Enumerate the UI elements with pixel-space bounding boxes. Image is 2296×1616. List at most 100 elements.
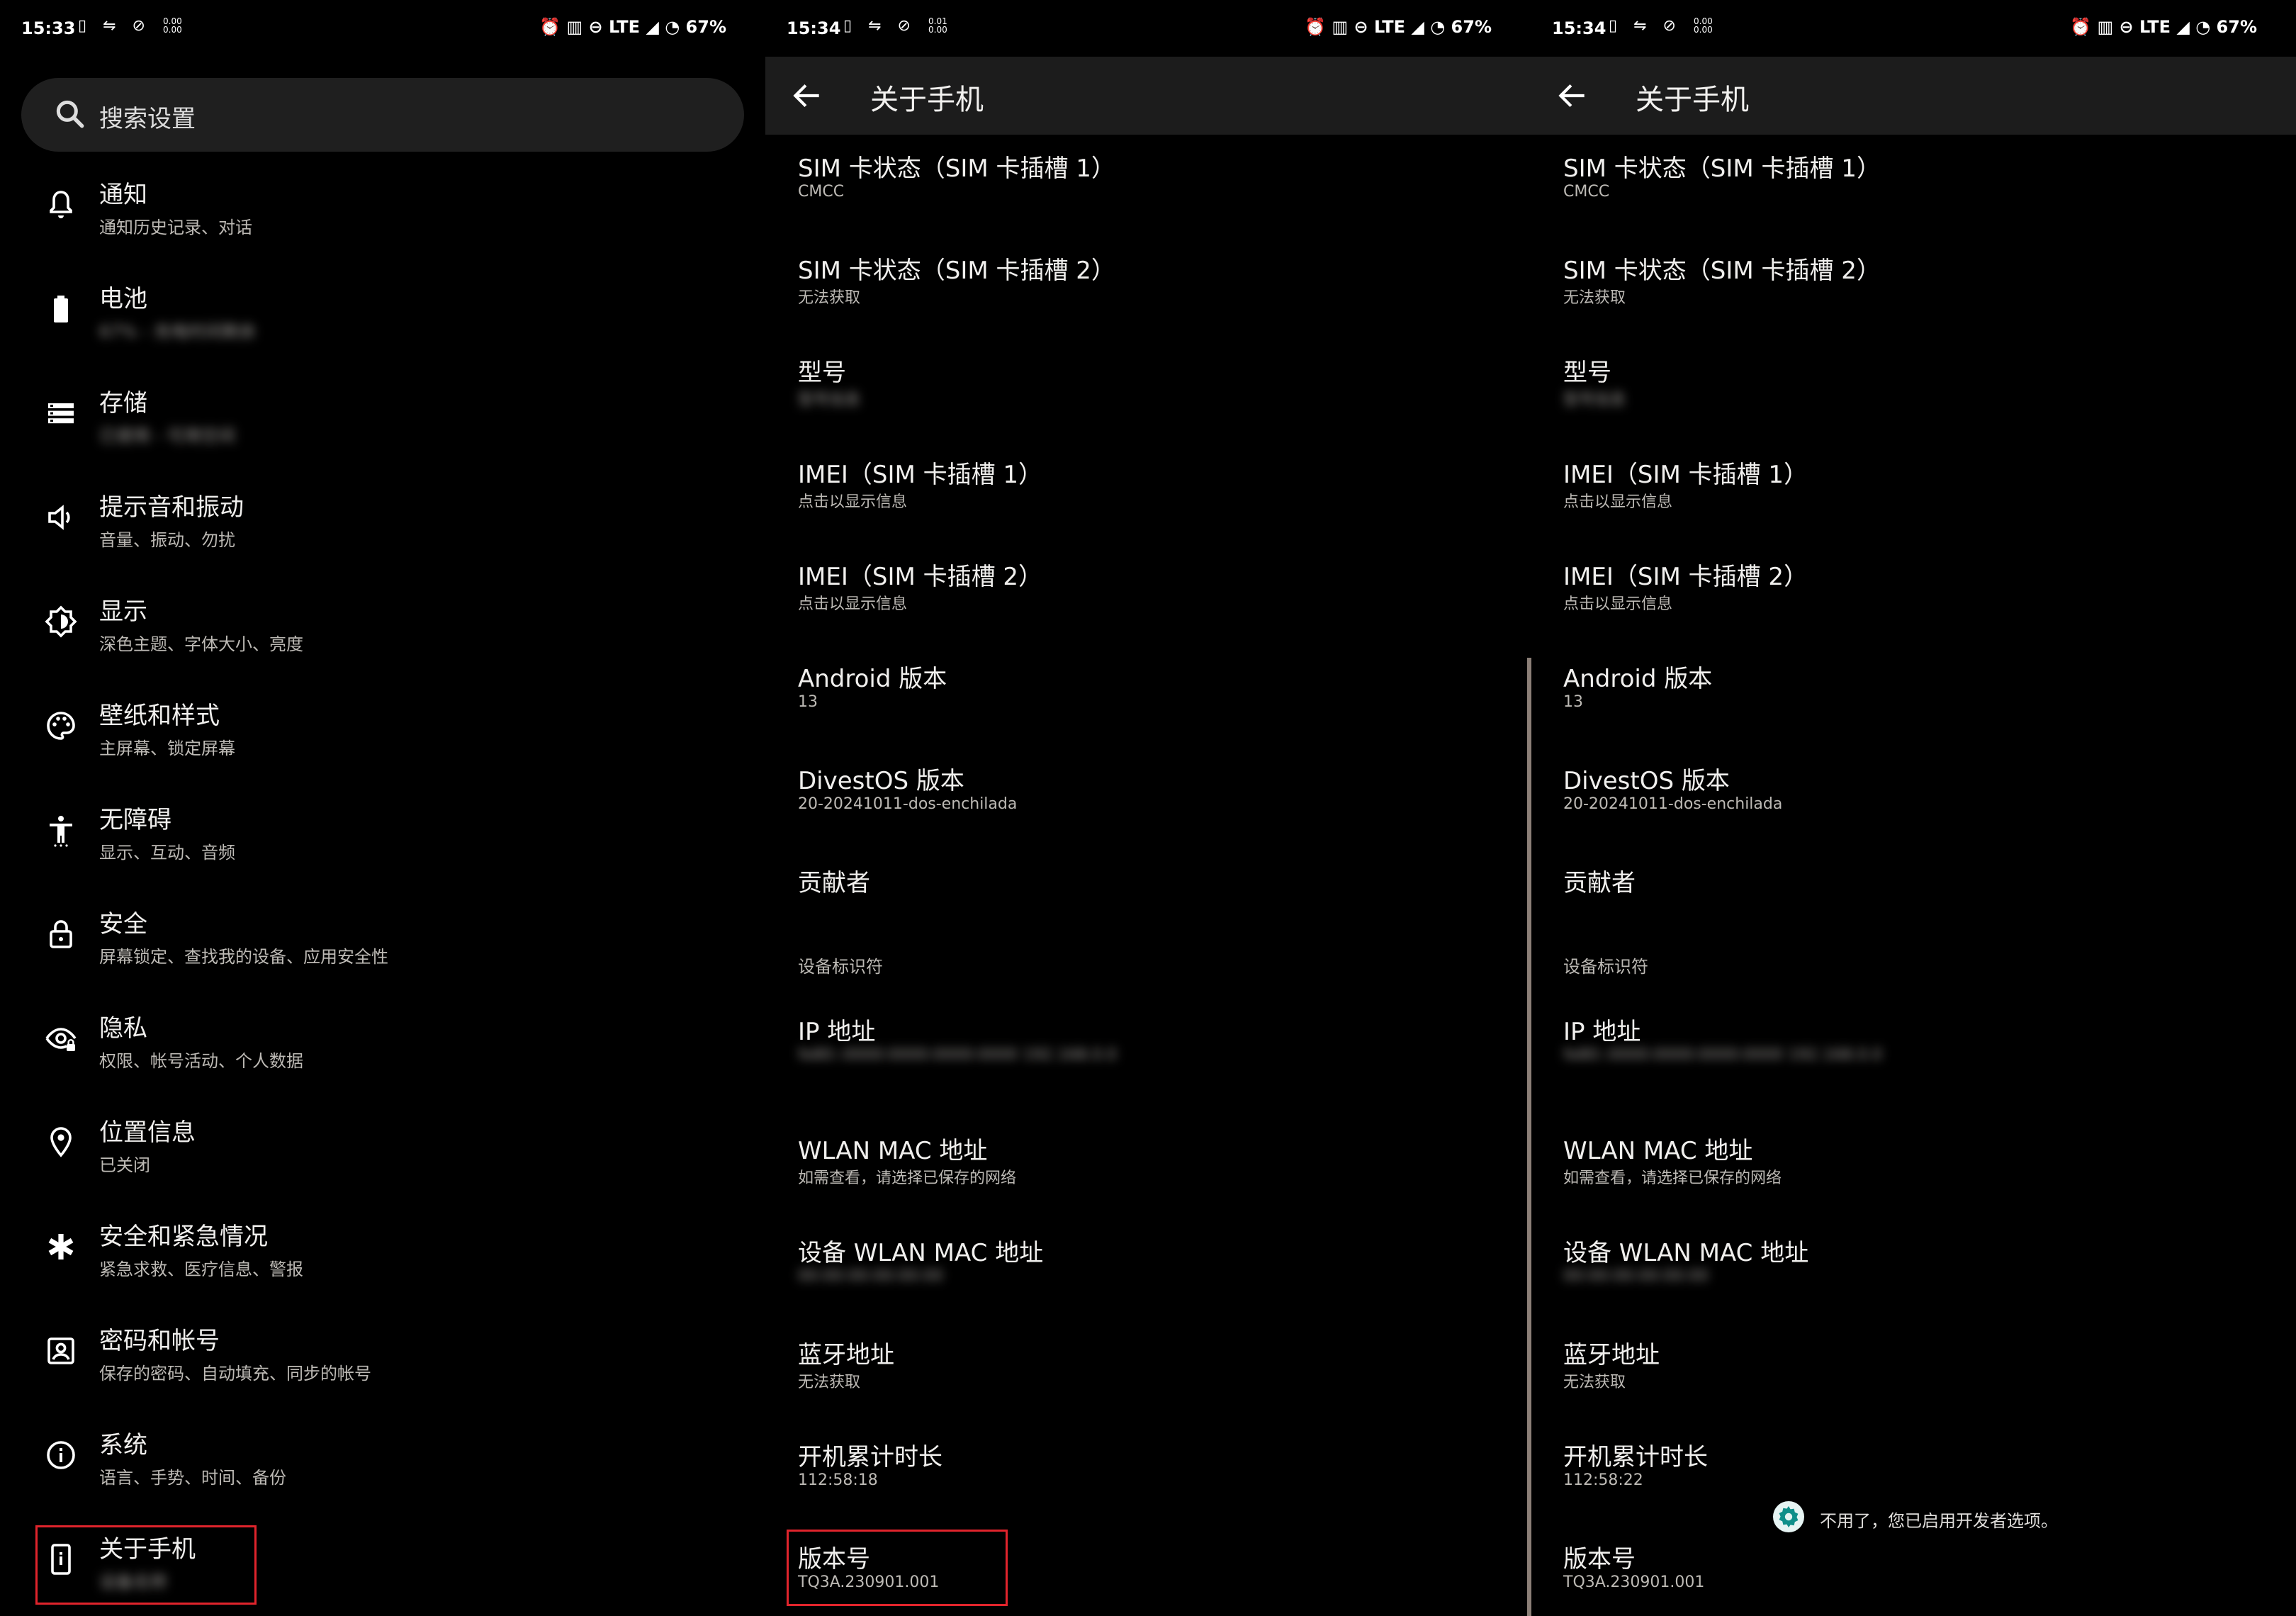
settings-item-title: 位置信息 (99, 1118, 196, 1147)
about-item-subtitle: CMCC (798, 183, 845, 201)
settings-item-subtitle: 权限、帐号活动、个人数据 (99, 1051, 303, 1071)
settings-item-battery[interactable]: 电池 67% - 充电时间剩余 (0, 264, 765, 363)
network-speed: 0.01 0.00 (928, 16, 947, 35)
volume-icon (48, 505, 70, 530)
about-item-subtitle: 点击以显示信息 (798, 595, 908, 613)
privacy-eye-icon (45, 1028, 77, 1051)
app-bar: 关于手机 (765, 57, 1531, 135)
status-right-icons: ⏰ ▥ ⊖ LTE ◢ ◔ 67% (1305, 17, 1492, 37)
settings-item-title: 通知 (99, 181, 147, 209)
network-type: LTE (1373, 17, 1406, 37)
status-right-icons: ⏰ ▥ ⊖ LTE ◢ ◔ 67% (2070, 17, 2257, 37)
settings-item-security[interactable]: 安全 屏幕锁定、查找我的设备、应用安全性 (0, 889, 765, 988)
about-item-title: Android 版本 (798, 665, 947, 693)
settings-item-subtitle: 已使用 - 可用空间 (99, 426, 235, 446)
settings-item-title: 提示音和振动 (99, 493, 244, 522)
about-item-title: 蓝牙地址 (1563, 1341, 1660, 1369)
about-item-subtitle: 13 (798, 693, 818, 711)
network-speed: 0.00 0.00 (1694, 16, 1713, 35)
settings-item-accessibility[interactable]: 无障碍 显示、互动、音频 (0, 785, 765, 884)
settings-item-system[interactable]: 系统 语言、手势、时间、备份 (0, 1410, 765, 1509)
about-item-title: IMEI（SIM 卡插槽 1） (1563, 461, 1808, 489)
network-speed: 0.00 0.00 (163, 16, 182, 35)
about-item-title: WLAN MAC 地址 (1563, 1137, 1753, 1165)
about-item-title: 贡献者 (1563, 869, 1636, 897)
network-type: LTE (608, 17, 641, 37)
settings-item-subtitle: 主屏幕、锁定屏幕 (99, 739, 235, 758)
page-title: 关于手机 (1636, 84, 1749, 116)
about-item-subtitle: 型号信息 (1563, 391, 1626, 409)
about-item-title: SIM 卡状态（SIM 卡插槽 2） (798, 257, 1115, 285)
battery-percent: 67% (2216, 17, 2257, 37)
about-item-title: IP 地址 (1563, 1018, 1641, 1046)
about-item-title: SIM 卡状态（SIM 卡插槽 2） (1563, 257, 1881, 285)
storage-icon (48, 403, 74, 424)
about-phone-screen-after: 15:34 ▯ ⇋ ⊘ 0.00 0.00 ⏰ ▥ ⊖ LTE ◢ ◔ 67% 关… (1531, 0, 2296, 1616)
about-item-subtitle: 00:00:00:00:00:00 (798, 1267, 944, 1285)
settings-item-title: 安全和紧急情况 (99, 1223, 268, 1251)
settings-item-subtitle: 显示、互动、音频 (99, 843, 235, 863)
settings-item-location[interactable]: 位置信息 已关闭 (0, 1097, 765, 1196)
settings-item-subtitle: 已关闭 (99, 1155, 150, 1175)
about-item-subtitle: fe80::0000:0000:0000:0000 192.168.0.0 (798, 1046, 1118, 1064)
palette-icon (47, 712, 75, 740)
settings-item-title: 密码和帐号 (99, 1327, 220, 1355)
location-pin-icon (50, 1127, 72, 1157)
highlight-box-about-phone (35, 1525, 257, 1605)
settings-item-sound[interactable]: 提示音和振动 音量、振动、勿扰 (0, 472, 765, 571)
scrollbar[interactable] (1527, 658, 1531, 1616)
accessibility-icon (50, 816, 72, 847)
settings-item-passwords[interactable]: 密码和帐号 保存的密码、自动填充、同步的帐号 (0, 1306, 765, 1405)
about-item-title: DivestOS 版本 (1563, 767, 1730, 795)
search-bar[interactable]: 搜索设置 (21, 78, 744, 152)
about-item-subtitle: 00:00:00:00:00:00 (1563, 1267, 1709, 1285)
about-item-subtitle: 无法获取 (798, 1374, 861, 1391)
settings-item-title: 无障碍 (99, 806, 171, 834)
settings-item-title: 系统 (99, 1431, 147, 1459)
about-item-title: 贡献者 (798, 869, 870, 897)
about-item-subtitle: 点击以显示信息 (798, 493, 908, 511)
status-bar: 15:34 ▯ ⇋ ⊘ 0.00 0.00 ⏰ ▥ ⊖ LTE ◢ ◔ 67% (1531, 0, 2296, 57)
settings-item-subtitle: 语言、手势、时间、备份 (99, 1468, 286, 1488)
settings-item-title: 安全 (99, 910, 147, 938)
settings-gear-icon (1773, 1501, 1804, 1532)
about-item-title: 蓝牙地址 (798, 1341, 894, 1369)
notification-icons: ▯ ⇋ ⊘ (843, 17, 916, 35)
about-item-title: 型号 (798, 359, 846, 387)
notification-icons: ▯ ⇋ ⊘ (78, 17, 151, 35)
toast-message: 不用了，您已启用开发者选项。 (1820, 1511, 2058, 1531)
status-time: 15:34 (1552, 18, 1606, 38)
about-item-subtitle: 112:58:18 (798, 1471, 878, 1489)
about-item-subtitle: 型号信息 (798, 391, 861, 409)
lock-icon (50, 920, 72, 948)
settings-item-subtitle: 音量、振动、勿扰 (99, 530, 235, 550)
about-item-subtitle: 20-20241011-dos-enchilada (1563, 795, 1783, 813)
settings-item-wallpaper[interactable]: 壁纸和样式 主屏幕、锁定屏幕 (0, 680, 765, 780)
search-placeholder: 搜索设置 (99, 105, 196, 133)
status-right-icons: ⏰ ▥ ⊖ LTE ◢ ◔ 67% (539, 17, 726, 37)
back-arrow-icon[interactable] (1555, 78, 1590, 113)
about-item-subtitle: fe80::0000:0000:0000:0000 192.168.0.0 (1563, 1046, 1883, 1064)
back-arrow-icon[interactable] (789, 78, 825, 113)
settings-item-storage[interactable]: 存储 已使用 - 可用空间 (0, 368, 765, 467)
settings-item-emergency[interactable]: 安全和紧急情况 紧急求救、医疗信息、警报 (0, 1201, 765, 1301)
toast-developer-options: 不用了，您已启用开发者选项。 (1772, 1496, 2069, 1541)
about-phone-screen-before: 15:34 ▯ ⇋ ⊘ 0.01 0.00 ⏰ ▥ ⊖ LTE ◢ ◔ 67% 关… (765, 0, 1531, 1616)
settings-item-title: 存储 (99, 389, 147, 417)
bell-icon (50, 191, 72, 218)
brightness-icon (45, 605, 77, 638)
about-item-title: 设备 WLAN MAC 地址 (1563, 1239, 1809, 1267)
account-box-icon (47, 1337, 74, 1364)
settings-item-privacy[interactable]: 隐私 权限、帐号活动、个人数据 (0, 993, 765, 1092)
about-item-subtitle: 13 (1563, 693, 1583, 711)
app-bar: 关于手机 (1531, 57, 2296, 135)
about-item-title: DivestOS 版本 (798, 767, 964, 795)
page-title: 关于手机 (870, 84, 984, 116)
search-icon (56, 100, 84, 128)
status-time: 15:34 (787, 18, 841, 38)
about-item-subtitle: 无法获取 (1563, 1374, 1626, 1391)
about-item-title: IP 地址 (798, 1018, 876, 1046)
settings-item-subtitle: 通知历史记录、对话 (99, 218, 252, 237)
settings-item-notifications[interactable]: 通知 通知历史记录、对话 (0, 159, 765, 259)
settings-item-display[interactable]: 显示 深色主题、字体大小、亮度 (0, 576, 765, 675)
